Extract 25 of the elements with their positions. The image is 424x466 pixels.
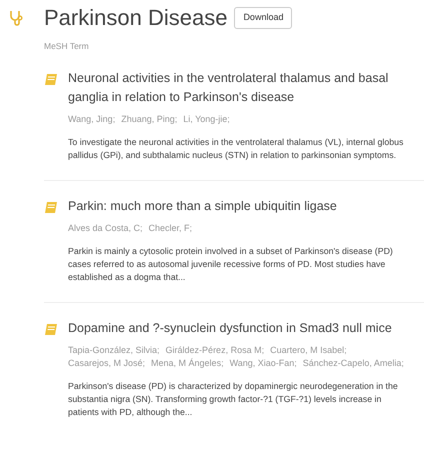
author-name: Checler, F; <box>148 222 192 235</box>
author-name: Mena, M Ángeles; <box>151 356 224 370</box>
author-name: Sánchez-Capelo, Amelia; <box>302 356 404 370</box>
article-title[interactable]: Neuronal activities in the ventrolateral thalamus and basal ganglia in relation to Parkinson's disease <box>68 68 410 107</box>
author-name: Tapia-González, Silvia; <box>68 344 160 357</box>
book-icon <box>44 200 58 214</box>
author-name: Cuartero, M Isabel; <box>270 344 347 357</box>
article-abstract: Parkin is mainly a cytosolic protein involved in a subset of Parkinson's disease (PD) cases referred to as autosomal juvenile recessive forms of PD. Most studies have established as a dogma that... <box>68 244 394 284</box>
author-name: Wang, Jing; <box>68 112 116 126</box>
author-name: Giráldez-Pérez, Rosa M; <box>166 344 264 357</box>
author-name: Wang, Xiao-Fan; <box>230 356 297 370</box>
book-icon <box>44 72 58 86</box>
download-button[interactable]: Download <box>234 7 292 29</box>
author-name: Li, Yong-jie; <box>183 112 230 126</box>
page-title: Parkinson Disease <box>44 4 228 32</box>
author-name: Casarejos, M José; <box>68 356 146 370</box>
book-icon <box>44 322 58 336</box>
article-title[interactable]: Dopamine and ?-synuclein dysfunction in Smad3 null mice <box>68 318 410 338</box>
subtitle: MeSH Term <box>44 40 90 53</box>
article-title[interactable]: Parkin: much more than a simple ubiquitin ligase <box>68 196 410 216</box>
article-abstract: Parkinson's disease (PD) is characterized by dopaminergic neurodegeneration in the substantia nigra (SN). Transforming growth factor-?1 (TGF-?1) levels increase in patients with PD, although the... <box>68 380 399 419</box>
author-name: Zhuang, Ping; <box>121 112 178 126</box>
article-abstract: To investigate the neuronal activities in the ventrolateral thalamus (VL), internal globus pallidus (GPi), and subthalamic nucleus (STN) in relation to parkinsonian symptoms. <box>68 136 404 162</box>
author-name: Alves da Costa, C; <box>68 222 143 235</box>
stethoscope-icon <box>9 10 23 26</box>
